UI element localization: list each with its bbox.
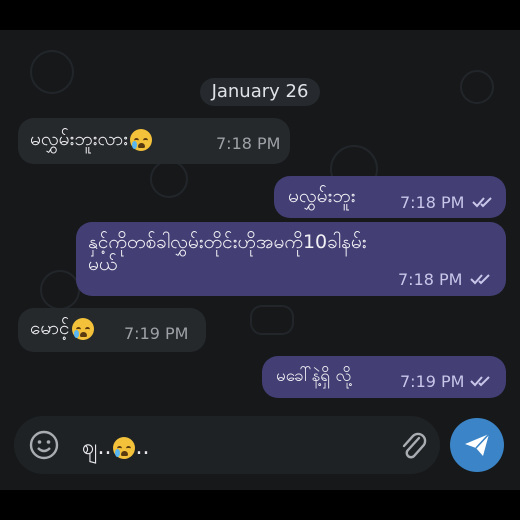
message-time: 7:18 PM <box>398 270 463 289</box>
crying-face-emoji <box>113 437 136 459</box>
message-time: 7:18 PM <box>216 134 281 153</box>
message-text: မလွှမ်းဘူးလား <box>30 127 152 155</box>
message-input[interactable]: ဈ.... <box>82 432 149 465</box>
incoming-message[interactable]: မလွှမ်းဘူးလား 7:18 PM <box>18 118 290 164</box>
message-time: 7:19 PM <box>400 372 465 391</box>
message-text: မောင့် <box>30 316 94 344</box>
send-icon <box>465 433 490 456</box>
chat-screen: January 26 မလွှမ်းဘူးလား 7:18 PM မလွှမ်း… <box>0 30 520 490</box>
send-button[interactable] <box>450 418 504 472</box>
message-time: 7:18 PM <box>400 193 465 212</box>
message-text-line-2: မယ် <box>88 253 118 275</box>
paperclip-icon[interactable] <box>398 430 428 462</box>
message-text: မခေါ်နဲ့ရှိ လို့ <box>276 366 352 386</box>
wallpaper-doodle <box>460 70 494 104</box>
outgoing-message[interactable]: မခေါ်နဲ့ရှိ လို့ 7:19 PM <box>262 356 506 398</box>
outgoing-message[interactable]: မလွှမ်းဘူး 7:18 PM <box>274 176 506 218</box>
wallpaper-doodle <box>30 50 74 94</box>
message-time: 7:19 PM <box>124 324 189 343</box>
crying-face-emoji <box>129 128 152 151</box>
message-text: မလွှမ်းဘူး <box>288 185 356 207</box>
wallpaper-doodle <box>250 305 294 335</box>
double-check-icon <box>472 197 492 208</box>
message-text-line-1: နှင့်ကိုတစ်ခါလွှမ်းတိုင်းဟိုအမကို10ခါနမ်… <box>88 231 367 253</box>
wallpaper-doodle <box>40 270 80 310</box>
crying-face-emoji <box>71 317 94 340</box>
outgoing-message[interactable]: နှင့်ကိုတစ်ခါလွှမ်းတိုင်းဟိုအမကို10ခါနမ်… <box>76 222 506 296</box>
double-check-icon <box>470 274 490 285</box>
double-check-icon <box>470 376 490 387</box>
wallpaper-doodle <box>150 160 188 198</box>
message-composer[interactable]: ဈ.... <box>14 416 440 474</box>
smiley-icon[interactable] <box>28 429 60 461</box>
incoming-message[interactable]: မောင့် 7:19 PM <box>18 308 206 352</box>
date-separator: January 26 <box>200 78 320 106</box>
